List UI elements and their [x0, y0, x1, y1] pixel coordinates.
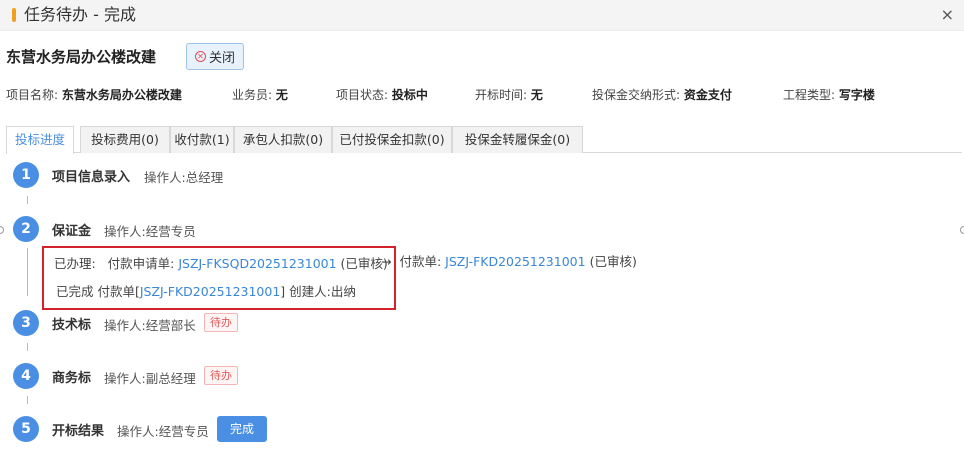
- step-operator: 操作人:经营专员: [104, 224, 196, 239]
- apply-label: 付款申请单:: [107, 256, 175, 271]
- step-connector: [27, 396, 28, 404]
- deposit-detail-box: 已办理: 付款申请单: JSZJ-FKSQD20251231001 (已审核) …: [42, 246, 396, 310]
- step-title: 项目信息录入: [52, 170, 131, 185]
- payment-request-link[interactable]: JSZJ-FKSQD20251231001: [178, 256, 336, 271]
- right-arrow-icon: →: [381, 254, 392, 269]
- tab-contractor-deductions[interactable]: 承包人扣款(0): [234, 126, 332, 153]
- info-salesman: 业务员: 无: [232, 88, 288, 102]
- pending-tag: 待办: [204, 366, 238, 385]
- completed-suffix: ] 创建人:出纳: [280, 284, 356, 299]
- tab-paid-deposit-deductions[interactable]: 已付投保金扣款(0): [332, 126, 452, 153]
- complete-button[interactable]: 完成: [217, 416, 267, 442]
- close-button[interactable]: ✕ 关闭: [186, 43, 244, 70]
- title-accent-bar: [12, 8, 16, 22]
- tab-bid-fees[interactable]: 投标费用(0): [80, 126, 170, 153]
- info-project-type: 工程类型: 写字楼: [783, 88, 875, 102]
- project-info-row: 项目名称: 东营水务局办公楼改建 业务员: 无 项目状态: 投标中 开标时间: …: [6, 86, 964, 102]
- step-number: 2: [13, 216, 39, 242]
- close-icon[interactable]: ×: [941, 6, 954, 24]
- step-operator: 操作人:副总经理: [104, 371, 196, 386]
- step-operator: 操作人:经营部长: [104, 318, 196, 333]
- deposit-processed-line: 已办理: 付款申请单: JSZJ-FKSQD20251231001 (已审核): [54, 253, 388, 272]
- step-title: 开标结果: [52, 424, 105, 439]
- processed-label: 已办理:: [54, 256, 96, 271]
- payment-order-status: (已审核): [589, 254, 637, 269]
- step-number: 3: [13, 310, 39, 336]
- step-connector: [27, 196, 28, 204]
- step-commercial-bid: 4 商务标 操作人:副总经理 待办: [13, 363, 913, 389]
- step-number: 1: [13, 162, 39, 188]
- step-deposit: 2 保证金 操作人:经营专员: [13, 216, 913, 242]
- info-deposit-form: 投保金交纳形式: 资金支付: [592, 88, 732, 102]
- step-title: 保证金: [52, 224, 92, 239]
- step-project-info: 1 项目信息录入 操作人:总经理: [13, 162, 913, 188]
- step-technical-bid: 3 技术标 操作人:经营部长 待办: [13, 310, 913, 336]
- detail-arrow-line: → 付款单: JSZJ-FKD20251231001 (已审核): [381, 251, 637, 270]
- info-project-name: 项目名称: 东营水务局办公楼改建: [6, 88, 182, 102]
- right-resize-handle: [960, 226, 964, 234]
- dialog-title: 任务待办 - 完成: [24, 5, 136, 24]
- pending-tag: 待办: [204, 313, 238, 332]
- step-connector: [27, 343, 28, 351]
- step-operator: 操作人:总经理: [144, 170, 224, 185]
- step-operator: 操作人:经营专员: [117, 424, 209, 439]
- payment-order-link[interactable]: JSZJ-FKD20251231001: [445, 254, 585, 269]
- completed-payment-link[interactable]: JSZJ-FKD20251231001: [140, 284, 280, 299]
- payment-order-label: 付款单:: [399, 254, 442, 269]
- step-title: 技术标: [52, 318, 92, 333]
- tab-receipts-payments[interactable]: 收付款(1): [170, 126, 234, 153]
- close-button-label: 关闭: [208, 51, 235, 66]
- step-bid-result: 5 开标结果 操作人:经营专员 完成: [13, 416, 913, 442]
- tab-deposit-to-performance-bond[interactable]: 投保金转履保金(0): [452, 126, 583, 153]
- deposit-completed-line: 已完成 付款单[JSZJ-FKD20251231001] 创建人:出纳: [56, 281, 356, 300]
- dialog-header: 任务待办 - 完成 ×: [0, 0, 964, 31]
- step-connector: [27, 248, 28, 296]
- info-project-status: 项目状态: 投标中: [336, 88, 428, 102]
- completed-prefix: 已完成 付款单[: [56, 284, 140, 299]
- tab-bar: 投标进度 投标费用(0) 收付款(1) 承包人扣款(0) 已付投保金扣款(0) …: [6, 126, 962, 154]
- step-number: 5: [13, 416, 39, 442]
- close-circle-icon: ✕: [194, 51, 206, 62]
- info-bid-open-time: 开标时间: 无: [475, 88, 543, 102]
- tab-bid-progress[interactable]: 投标进度: [6, 126, 74, 154]
- step-title: 商务标: [52, 371, 92, 386]
- step-number: 4: [13, 363, 39, 389]
- left-resize-handle: [0, 226, 4, 234]
- project-title: 东营水务局办公楼改建: [6, 48, 157, 66]
